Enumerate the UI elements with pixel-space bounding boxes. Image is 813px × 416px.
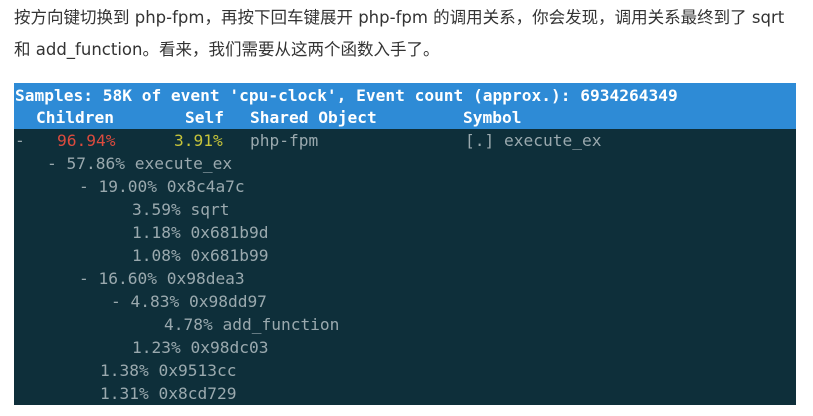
tree-node[interactable]: - 19.00% 0x8c4a7c [79,175,245,198]
report-header: Samples: 58K of event 'cpu-clock', Event… [14,83,796,129]
tree-node[interactable]: 1.18% 0x681b9d [132,221,268,244]
tree-node[interactable]: 1.31% 0x8cd729 [100,382,236,405]
column-shared-object: Shared Object [250,108,377,127]
tree-node[interactable]: 1.08% 0x681b99 [132,244,268,267]
shared-object-name: php-fpm [250,131,319,150]
intro-paragraph: 按方向键切换到 php-fpm，再按下回车键展开 php-fpm 的调用关系，你… [14,8,785,59]
samples-summary: Samples: 58K of event 'cpu-clock', Event… [15,86,678,105]
expand-toggle[interactable]: - [15,129,25,152]
symbol-name: [.] execute_ex [465,131,602,150]
tree-node[interactable]: 1.23% 0x98dc03 [132,336,268,359]
column-children: Children [36,108,114,127]
tree-node[interactable]: - 4.83% 0x98dd97 [111,290,267,313]
tree-node[interactable]: 1.38% 0x9513cc [100,359,236,382]
tree-node[interactable]: - 57.86% execute_ex [47,152,232,175]
self-percent: 3.91% [174,131,223,150]
tree-node[interactable]: - 16.60% 0x98dea3 [79,267,245,290]
tree-node[interactable]: 3.59% sqrt [132,198,229,221]
column-self: Self [185,108,224,127]
column-symbol: Symbol [463,108,522,127]
perf-report-terminal: Samples: 58K of event 'cpu-clock', Event… [14,83,796,405]
children-percent: 96.94% [57,131,116,150]
tree-node[interactable]: 4.78% add_function [164,313,339,336]
